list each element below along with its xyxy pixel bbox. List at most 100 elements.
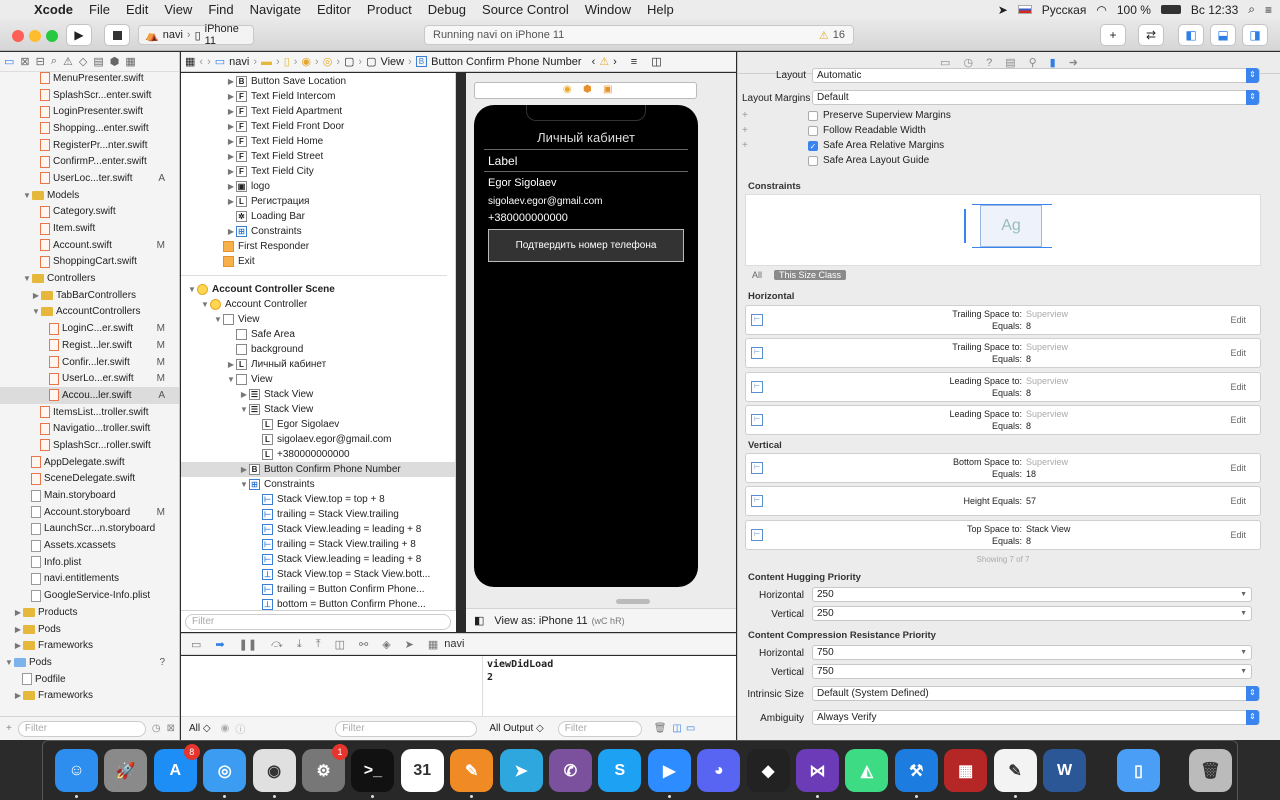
outline-row[interactable]: ▶ F Text Field Apartment [181,104,455,119]
constraint-row[interactable]: ⊢ Trailing Space to: Superview Equals: 8 Edit [745,305,1261,335]
warning-icon[interactable]: ⚠ [599,55,609,68]
info-icon[interactable]: ⓘ [235,721,245,736]
file-row[interactable]: Item.swift [0,220,179,237]
clock[interactable]: Вс 12:33 [1191,3,1238,17]
dock-launchpad[interactable]: 🚀 [104,749,148,792]
outline-row[interactable]: L Egor Sigolaev [181,417,455,432]
outline-row[interactable]: ⊢ trailing = Stack View.trailing [181,507,455,522]
source-control-icon[interactable]: ⊠ [20,55,29,68]
outline-row[interactable]: ▶ F Text Field Home [181,134,455,149]
next-issue-icon[interactable]: › [613,56,617,68]
console-output[interactable]: viewDidLoad 2 [483,656,736,716]
dock-skype[interactable]: S [598,749,642,792]
margin-checkbox-row[interactable]: Safe Area Layout Guide [808,155,929,166]
dock-android-studio[interactable]: ◭ [845,749,889,792]
breakpoint-icon[interactable]: ⬢ [110,55,120,68]
dock-viber[interactable]: ✆ [549,749,592,792]
dock-simulator[interactable]: ▯ [1117,749,1160,792]
menu-file[interactable]: File [81,2,118,17]
storyboard-icon[interactable]: ▯ [284,55,290,68]
file-row[interactable]: ▶ Frameworks [0,687,179,704]
stepper-icon[interactable]: ▼ [1240,668,1247,675]
file-row[interactable]: GoogleService-Info.plist [0,587,179,604]
dock-word[interactable]: W [1043,749,1086,792]
dock-trash[interactable]: 🗑 [1189,749,1232,792]
close-window-button[interactable] [12,30,24,42]
disclosure-open-icon[interactable]: ▼ [187,285,197,294]
outline-row[interactable]: ▶ ⊞ Constraints [181,224,455,239]
segment-all[interactable]: All [752,270,762,280]
constraint-row[interactable]: ⊢ Height Equals: 57 Edit [745,486,1261,517]
menu-source-control[interactable]: Source Control [474,2,577,17]
outline-row[interactable]: ▼ Account Controller [181,297,455,312]
margins-select[interactable]: Default ⇕ [812,90,1260,105]
disclosure-closed-icon[interactable]: ▶ [226,360,236,369]
stepper-icon[interactable]: ▼ [1240,591,1247,598]
disclosure-open-icon[interactable]: ▼ [200,300,210,309]
exit-icon[interactable]: ▣ [603,84,612,95]
dock-terminal[interactable]: >_ [351,749,395,798]
pause-icon[interactable]: ❚❚ [239,638,257,651]
outline-row[interactable]: ▶ ☰ Stack View [181,387,455,402]
outline-row[interactable]: ▶ B Button Confirm Phone Number [181,462,455,477]
edit-button[interactable]: Edit [1230,463,1246,473]
outline-row[interactable]: ▶ L Регистрация [181,194,455,209]
disclosure-closed-icon[interactable]: ▶ [239,465,249,474]
outline-row[interactable]: ⊢ Stack View.top = top + 8 [181,492,455,507]
file-row[interactable]: ▼ Controllers [0,270,179,287]
hug-h-field[interactable]: 250 ▼ [812,587,1252,602]
scheme-selector[interactable]: ⛺ navi › ▯ iPhone 11 [138,23,254,47]
stepper-icon[interactable]: ▼ [1240,610,1247,617]
name-label[interactable]: Egor Sigolaev [488,177,557,189]
outline-row[interactable]: ▼ ⊞ Constraints [181,477,455,492]
view-as-label[interactable]: View as: iPhone 11 [494,615,587,627]
interface-builder-canvas[interactable]: ◉ ⬢ ▣ Личный кабинет Label Egor Sigolaev… [466,73,736,608]
dock-chrome[interactable]: ◉ [252,749,296,798]
toggle-debug-button[interactable]: ⬓ [1210,24,1236,46]
outline-row[interactable]: ▶ ▣ logo [181,179,455,194]
crumb-button[interactable]: Button Confirm Phone Number [431,56,581,68]
segment-size-class[interactable]: This Size Class [774,270,847,280]
canvas-scroll-handle[interactable] [616,599,650,604]
prev-issue-icon[interactable]: ‹ [592,56,596,68]
label-placeholder[interactable]: Label [488,154,517,168]
outline-row[interactable]: ▼ Account Controller Scene [181,282,455,297]
outline-row[interactable]: background [181,342,455,357]
control-center-icon[interactable]: ≡ [1265,3,1272,17]
zoom-window-button[interactable] [46,30,58,42]
code-review-button[interactable]: ⇄ [1138,24,1164,46]
disclosure-closed-icon[interactable]: ▶ [226,77,236,86]
margin-checkbox-row[interactable]: ✓ Safe Area Relative Margins + [742,140,944,151]
trash-icon[interactable]: 🗑 [654,723,667,734]
menu-window[interactable]: Window [577,2,639,17]
constraint-row[interactable]: ⊢ Trailing Space to: Superview Equals: 8 Edit [745,338,1261,369]
disclosure-closed-icon[interactable]: ▶ [226,137,236,146]
file-row[interactable]: navi.entitlements [0,571,179,588]
file-row[interactable]: SplashScr...roller.swift [0,437,179,454]
file-row[interactable]: ▶ TabBarControllers [0,287,179,304]
checkbox[interactable] [808,155,818,166]
plus-icon[interactable]: + [742,110,748,121]
forward-icon[interactable]: › [207,56,211,68]
stop-button[interactable] [104,24,130,46]
crumb-project[interactable]: navi [229,56,249,68]
file-row[interactable]: LaunchScr...n.storyboard [0,521,179,538]
outline-row[interactable]: ▶ F Text Field Intercom [181,89,455,104]
outline-row[interactable]: ▼ ☰ Stack View [181,402,455,417]
outline-row[interactable]: ⊢ trailing = Button Confirm Phone... [181,582,455,597]
disclosure-closed-icon[interactable]: ▶ [13,625,23,634]
battery-percent[interactable]: 100 % [1117,3,1151,17]
debug-icon[interactable]: ▤ [93,55,103,68]
scene-dock[interactable]: ◉ ⬢ ▣ [474,82,697,99]
menu-find[interactable]: Find [200,2,241,17]
step-out-icon[interactable]: ⤒ [316,638,321,651]
disclosure-closed-icon[interactable]: ▶ [31,291,41,300]
step-in-icon[interactable]: ⤓ [297,638,302,651]
checkbox[interactable] [808,125,818,136]
variables-filter-input[interactable]: Filter [335,720,478,737]
report-icon[interactable]: ▦ [125,55,135,68]
first-responder-icon[interactable]: ⬢ [583,84,592,95]
editor-options-icon[interactable]: ≡ [631,56,637,68]
outline-row[interactable]: Exit [181,254,455,269]
file-row[interactable]: RegisterPr...nter.swift [0,137,179,154]
